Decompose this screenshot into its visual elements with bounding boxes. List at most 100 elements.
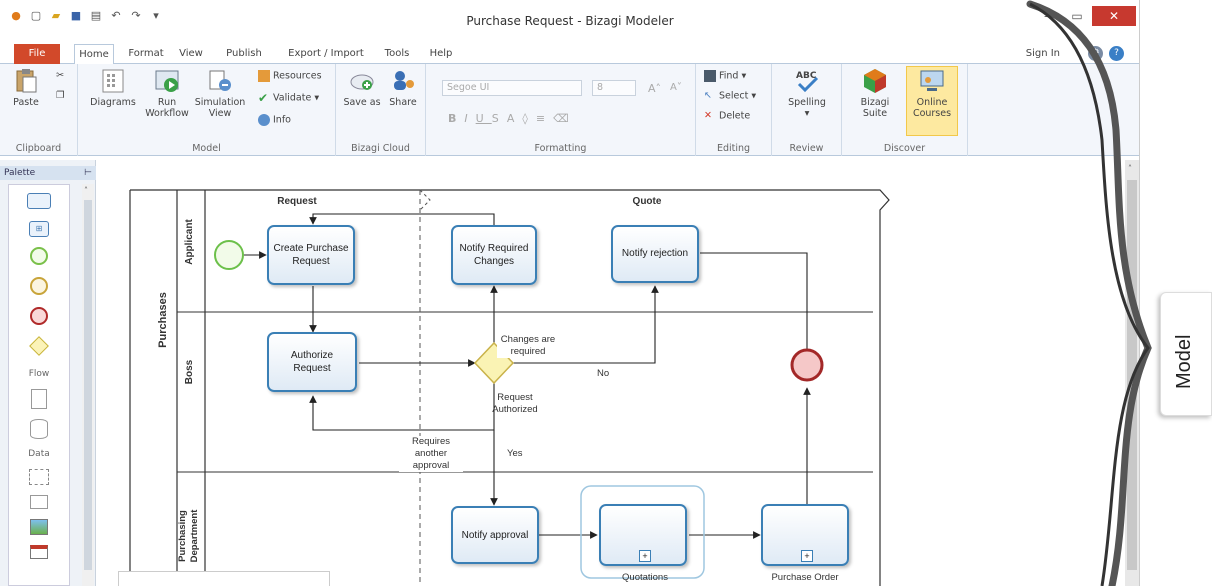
model-brace-annotation — [1026, 0, 1152, 586]
palette-scrollbar[interactable]: ˄ — [82, 184, 94, 586]
clipboard-group-label: Clipboard — [15, 143, 62, 154]
purchase-order-label: Purchase Order — [771, 572, 839, 583]
lane-label-boss: Boss — [184, 359, 195, 385]
grow-font-icon[interactable]: A˄ — [648, 82, 661, 95]
formatting-group: Segoe UI 8 A˄ A˅ BIUSA◊≡⌫ Formatting — [426, 64, 696, 156]
flow-label-changes: Changes are required — [497, 334, 559, 358]
resources-button[interactable]: Resources — [258, 70, 322, 82]
bizagi-cloud-group: Save as Share Bizagi Cloud — [336, 64, 426, 156]
validate-button[interactable]: ✔ Validate ▾ — [258, 92, 319, 104]
subprocess-shape-tool[interactable]: ⊞ — [29, 221, 49, 237]
clipboard-group: Paste ✂ ❐ Clipboard — [0, 64, 78, 156]
flow-label-yes: Yes — [507, 448, 523, 459]
discover-group: Bizagi Suite Online Courses Discover — [842, 64, 968, 156]
image-tool[interactable] — [30, 519, 48, 535]
annotation-tool[interactable] — [30, 495, 48, 509]
phase-chevron — [419, 189, 431, 211]
diagram-page-tab[interactable] — [118, 571, 330, 586]
review-group-label: Review — [789, 143, 824, 154]
run-workflow-icon — [155, 70, 179, 92]
model-label-tab: Model — [1160, 292, 1212, 416]
data-store-tool[interactable] — [30, 419, 48, 439]
italic-icon[interactable]: I — [464, 112, 475, 125]
task-create-purchase-request[interactable]: Create Purchase Request — [267, 225, 355, 285]
share-button[interactable]: Share — [384, 68, 422, 108]
pool-label: Purchases — [157, 292, 169, 348]
pin-icon[interactable]: ⊢ — [84, 166, 92, 180]
palette-section-flow: Flow — [28, 369, 50, 379]
strikethrough-icon[interactable]: S — [492, 112, 507, 125]
ribbon: Paste ✂ ❐ Clipboard Diagrams Run Workflo… — [0, 64, 1139, 156]
palette-header: Palette ⊢ — [0, 166, 96, 180]
shrink-font-icon[interactable]: A˅ — [670, 82, 682, 93]
bizagi-suite-button[interactable]: Bizagi Suite — [850, 68, 900, 119]
palette-section-data: Data — [28, 449, 50, 459]
cursor-icon: ↖ — [704, 90, 712, 101]
cloud-save-icon — [350, 74, 374, 90]
phase-label-quote: Quote — [632, 196, 662, 207]
task-notify-approval[interactable]: Notify approval — [451, 506, 539, 564]
model-label: Model — [1173, 334, 1195, 389]
subprocess-purchase-order[interactable]: + — [761, 504, 849, 566]
bold-icon[interactable]: B — [448, 112, 464, 125]
start-event-tool[interactable] — [30, 247, 48, 265]
subprocess-expand-icon[interactable]: + — [801, 550, 813, 562]
tab-file[interactable]: File — [14, 44, 60, 64]
gateway-tool[interactable] — [29, 336, 49, 356]
spelling-check-icon: ABC — [796, 71, 819, 93]
spelling-button[interactable]: ABC Spelling ▾ — [782, 68, 832, 119]
delete-x-icon: ✕ — [704, 110, 712, 121]
task-notify-required-changes[interactable]: Notify Required Changes — [451, 225, 537, 285]
task-notify-rejection[interactable]: Notify rejection — [611, 225, 699, 283]
palette-scroll-thumb[interactable] — [84, 200, 92, 570]
copy-icon[interactable]: ❐ — [56, 90, 65, 101]
group-tool[interactable] — [29, 469, 49, 485]
intermediate-event-tool[interactable] — [30, 277, 48, 295]
font-color-icon[interactable]: A — [507, 112, 523, 125]
tab-format[interactable]: Format — [124, 44, 168, 64]
share-users-icon — [394, 71, 414, 90]
quotations-label: Quotations — [622, 572, 668, 583]
font-size-select[interactable]: 8 — [592, 80, 636, 96]
diagram-canvas[interactable]: Purchases Applicant Boss Purchasing Depa… — [97, 160, 1139, 586]
end-event[interactable] — [790, 348, 824, 382]
end-event-tool[interactable] — [30, 307, 48, 325]
fill-color-icon[interactable]: ◊ — [522, 112, 535, 125]
task-authorize-request[interactable]: Authorize Request — [267, 332, 357, 392]
subprocess-expand-icon[interactable]: + — [639, 550, 651, 562]
save-as-button[interactable]: Save as — [342, 68, 382, 108]
diagrams-button[interactable]: Diagrams — [88, 68, 138, 108]
align-icon[interactable]: ≡ — [536, 112, 553, 125]
tab-help[interactable]: Help — [426, 44, 456, 64]
task-shape-tool[interactable] — [27, 193, 51, 209]
find-button[interactable]: Find ▾ — [704, 70, 746, 82]
online-courses-button[interactable]: Online Courses — [908, 68, 956, 119]
paste-button[interactable]: Paste — [6, 68, 46, 108]
clear-format-icon[interactable]: ⌫ — [553, 112, 577, 125]
formatting-group-label: Formatting — [534, 143, 587, 154]
subprocess-quotations[interactable]: + — [599, 504, 687, 566]
cut-icon[interactable]: ✂ — [56, 70, 64, 81]
phase-label-request: Request — [277, 196, 317, 207]
select-button[interactable]: ↖ Select ▾ — [704, 90, 756, 102]
resources-icon — [258, 70, 270, 82]
tab-publish[interactable]: Publish — [224, 44, 264, 64]
window-title: Purchase Request - Bizagi Modeler — [466, 14, 674, 28]
simulation-view-button[interactable]: Simulation View — [194, 68, 246, 119]
run-workflow-button[interactable]: Run Workflow — [144, 68, 190, 119]
info-button[interactable]: Info — [258, 114, 291, 126]
validate-check-icon: ✔ — [258, 91, 269, 105]
data-object-tool[interactable] — [31, 389, 47, 409]
diagrams-icon — [102, 69, 124, 93]
start-event[interactable] — [214, 240, 244, 270]
lane-label-applicant: Applicant — [184, 219, 195, 265]
tab-export-import[interactable]: Export / Import — [284, 44, 368, 64]
scroll-up-icon[interactable]: ˄ — [84, 186, 88, 195]
font-family-select[interactable]: Segoe UI — [442, 80, 582, 96]
header-tool[interactable] — [30, 545, 48, 559]
underline-icon[interactable]: U — [476, 112, 492, 125]
tab-home[interactable]: Home — [74, 44, 114, 65]
delete-button[interactable]: ✕ Delete — [704, 110, 750, 122]
tab-view[interactable]: View — [176, 44, 206, 64]
tab-tools[interactable]: Tools — [380, 44, 414, 64]
